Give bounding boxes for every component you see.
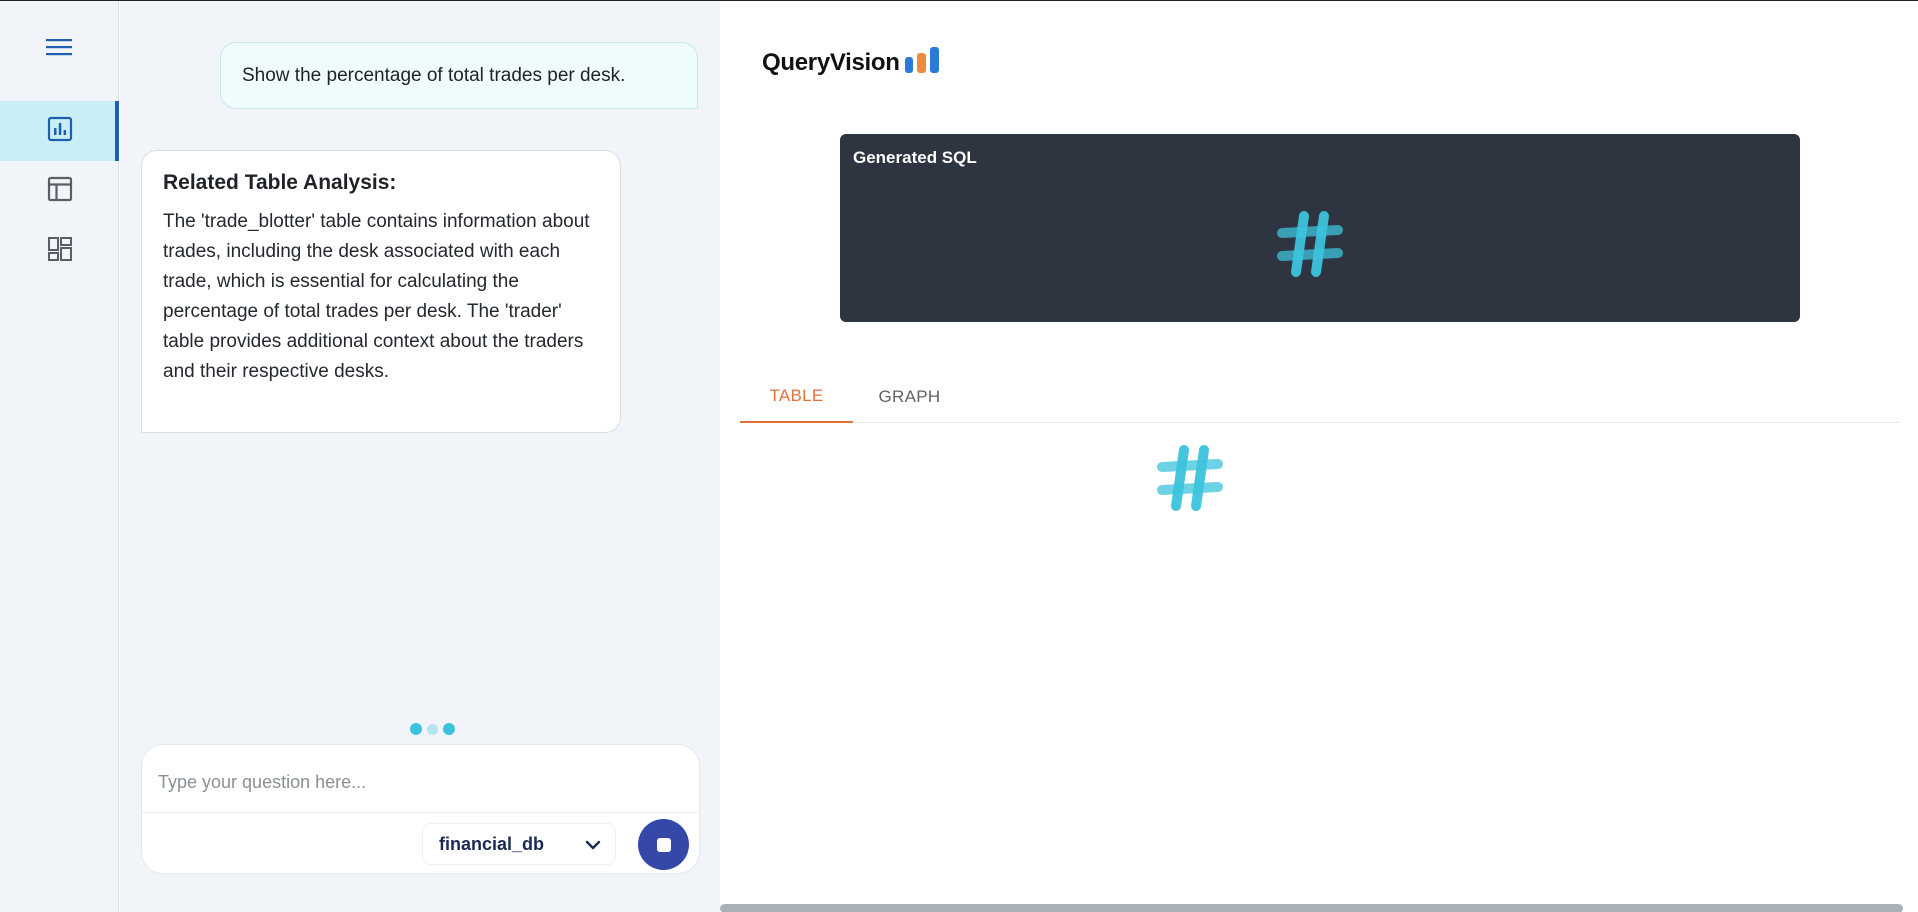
tab-table[interactable]: TABLE: [740, 371, 853, 423]
sidebar-item-dashboard[interactable]: [0, 221, 119, 281]
analysis-card: Related Table Analysis: The 'trade_blott…: [141, 150, 621, 433]
database-select-label: financial_db: [439, 833, 545, 854]
tab-table-label: TABLE: [769, 386, 824, 405]
database-select[interactable]: financial_db: [422, 823, 616, 865]
sidebar-item-tables[interactable]: [0, 161, 119, 221]
bar-chart-icon: [47, 116, 73, 147]
loading-spinner-icon: [1276, 210, 1344, 283]
chat-panel: Show the percentage of total trades per …: [120, 1, 720, 912]
question-input[interactable]: [158, 765, 678, 799]
chevron-down-icon: [585, 838, 601, 856]
tab-graph-label: GRAPH: [878, 387, 941, 406]
horizontal-scrollbar[interactable]: [720, 904, 1903, 912]
results-panel: QueryVision Generated SQL TABLE GRAPH: [720, 1, 1918, 912]
table-icon: [47, 176, 73, 207]
sql-panel-title: Generated SQL: [853, 148, 977, 167]
logo-bars-icon: [904, 45, 942, 80]
user-message-bubble: Show the percentage of total trades per …: [220, 42, 698, 109]
sidebar: [0, 1, 119, 912]
app-logo: QueryVision: [762, 45, 942, 80]
result-tabs: TABLE GRAPH: [740, 371, 1900, 423]
generated-sql-panel: Generated SQL: [840, 134, 1800, 322]
sidebar-item-query[interactable]: [0, 101, 119, 161]
dashboard-icon: [47, 236, 73, 267]
typing-indicator: [410, 723, 455, 735]
stop-button[interactable]: [638, 819, 689, 870]
hamburger-menu-icon[interactable]: [46, 37, 72, 57]
stop-icon: [656, 837, 671, 852]
question-input-box: financial_db: [141, 744, 701, 874]
typing-dot: [443, 723, 455, 735]
typing-dot: [427, 724, 438, 735]
analysis-title: Related Table Analysis:: [163, 171, 397, 194]
tab-graph[interactable]: GRAPH: [853, 371, 966, 423]
input-divider: [142, 812, 701, 813]
analysis-body: The 'trade_blotter' table contains infor…: [163, 211, 590, 382]
user-message-text: Show the percentage of total trades per …: [242, 64, 626, 86]
loading-spinner-icon: [1156, 444, 1224, 517]
typing-dot: [410, 723, 422, 735]
logo-text: QueryVision: [762, 48, 900, 76]
